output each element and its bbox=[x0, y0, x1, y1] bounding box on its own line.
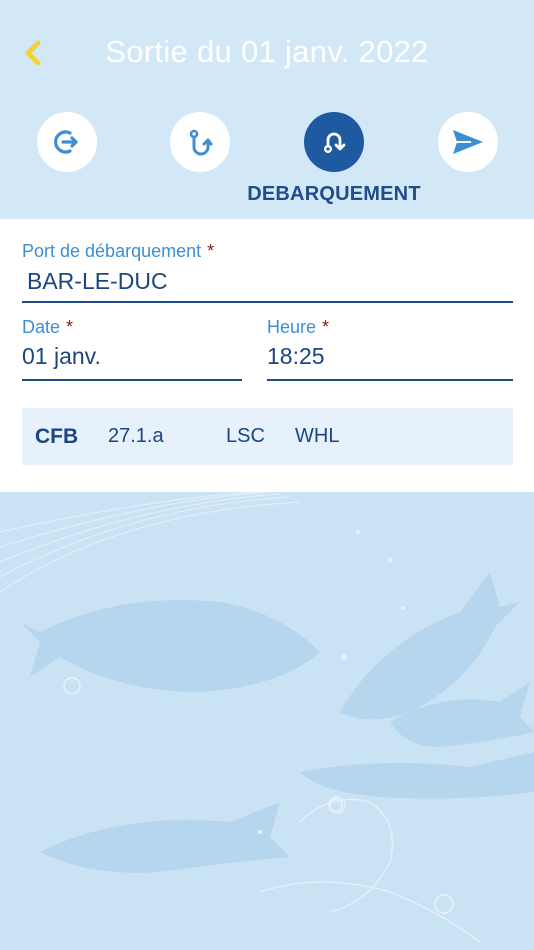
step-landing-button[interactable] bbox=[304, 112, 364, 172]
port-label: Port de débarquement * bbox=[22, 241, 214, 262]
step-send-button[interactable] bbox=[438, 112, 498, 172]
date-label: Date * bbox=[22, 317, 73, 338]
date-field[interactable]: 01 janv. bbox=[22, 343, 101, 370]
step-exit-button[interactable] bbox=[37, 112, 97, 172]
chevron-left-icon bbox=[25, 40, 41, 66]
zone-code: 27.1.a bbox=[108, 425, 164, 447]
back-button[interactable] bbox=[18, 36, 48, 70]
landing-form: Port de débarquement * BAR-LE-DUC Date * 0… bbox=[0, 219, 534, 492]
time-label: Heure * bbox=[267, 317, 329, 338]
marine-background-illustration bbox=[0, 492, 534, 950]
catch-summary-row[interactable]: CFB 27.1.a LSC WHL bbox=[22, 408, 513, 465]
landing-icon bbox=[323, 132, 346, 154]
extra-code: WHL bbox=[295, 425, 340, 447]
exit-icon bbox=[54, 130, 78, 154]
active-step-label: DEBARQUEMENT bbox=[247, 183, 421, 205]
fishing-hook-icon bbox=[189, 129, 213, 156]
step-indicator bbox=[0, 112, 534, 174]
page-title: Sortie du 01 janv. 2022 bbox=[105, 34, 429, 69]
required-mark: * bbox=[322, 317, 330, 337]
time-label-text: Heure bbox=[267, 317, 317, 337]
required-mark: * bbox=[66, 317, 74, 337]
species-code: CFB bbox=[35, 425, 79, 448]
port-underline bbox=[22, 301, 513, 303]
date-label-text: Date bbox=[22, 317, 61, 337]
header: Sortie du 01 janv. 2022 DEBARQUEMENT bbox=[0, 0, 534, 219]
send-icon bbox=[453, 130, 483, 154]
time-field[interactable]: 18:25 bbox=[267, 343, 325, 370]
port-field[interactable]: BAR-LE-DUC bbox=[27, 268, 168, 295]
step-fishing-button[interactable] bbox=[170, 112, 230, 172]
date-underline bbox=[22, 379, 242, 381]
required-mark: * bbox=[207, 241, 215, 261]
time-underline bbox=[267, 379, 513, 381]
port-label-text: Port de débarquement bbox=[22, 241, 202, 261]
screen: Sortie du 01 janv. 2022 DEBARQUEMENT Por… bbox=[0, 0, 534, 950]
gear-code: LSC bbox=[226, 425, 265, 447]
